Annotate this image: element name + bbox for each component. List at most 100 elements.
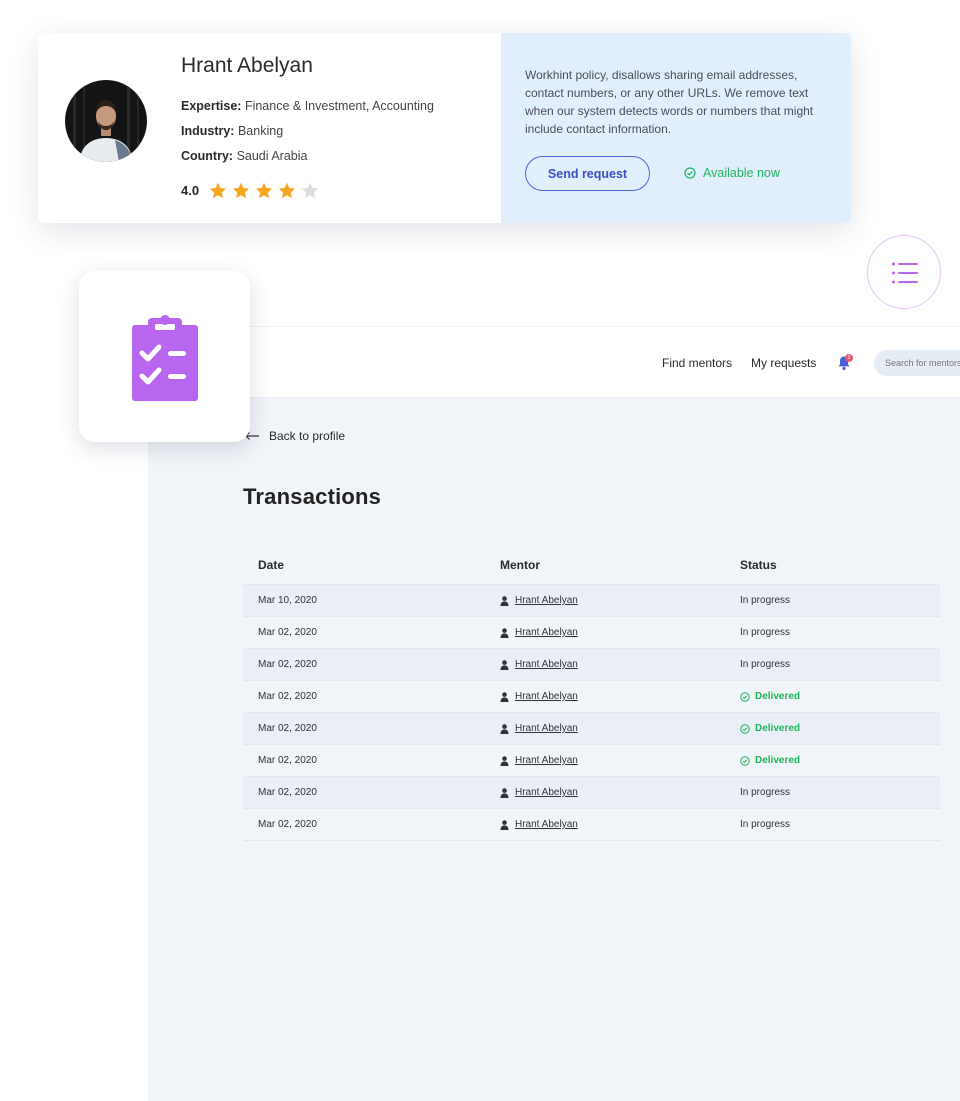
check-circle-icon bbox=[740, 691, 750, 702]
mentor-profile-card: Hrant Abelyan Expertise: Finance & Inves… bbox=[38, 33, 851, 223]
row-status: Delivered bbox=[725, 755, 940, 766]
policy-panel: Workhint policy, disallows sharing email… bbox=[501, 33, 851, 223]
expertise-value: Finance & Investment, Accounting bbox=[244, 99, 434, 113]
back-to-profile-link[interactable]: Back to profile bbox=[244, 429, 345, 443]
row-mentor: Hrant Abelyan bbox=[484, 787, 725, 798]
person-icon bbox=[500, 627, 509, 638]
row-date: Mar 02, 2020 bbox=[258, 691, 317, 702]
status-label: In progress bbox=[740, 787, 791, 798]
star-icon bbox=[302, 182, 319, 199]
mentor-link[interactable]: Hrant Abelyan bbox=[515, 659, 578, 670]
row-status: In progress bbox=[725, 627, 940, 638]
rating-stars bbox=[209, 182, 324, 199]
table-row: Mar 10, 2020 Hrant Abelyan In progress bbox=[243, 585, 940, 617]
person-icon bbox=[500, 787, 509, 798]
transactions-table: Date Mentor Status Mar 10, 2020 Hrant Abe… bbox=[243, 546, 940, 841]
check-circle-icon bbox=[684, 167, 696, 179]
status-label: In progress bbox=[740, 595, 791, 606]
transactions-app: Find mentors My requests 2 Back to profi… bbox=[148, 326, 960, 1101]
row-status: In progress bbox=[725, 659, 940, 670]
table-row: Mar 02, 2020 Hrant Abelyan In progress bbox=[243, 777, 940, 809]
person-icon bbox=[500, 595, 509, 606]
back-label: Back to profile bbox=[269, 429, 346, 443]
page-title: Transactions bbox=[243, 484, 382, 509]
industry-line: Industry: Banking bbox=[181, 124, 283, 138]
table-body: Mar 10, 2020 Hrant Abelyan In progress Mar … bbox=[243, 585, 940, 841]
star-icon bbox=[256, 182, 273, 199]
policy-text: Workhint policy, disallows sharing email… bbox=[525, 68, 814, 136]
table-row: Mar 02, 2020 Hrant Abelyan In progress bbox=[243, 809, 940, 841]
rating: 4.0 bbox=[181, 182, 324, 199]
status-label: In progress bbox=[740, 819, 791, 830]
check-circle-icon bbox=[740, 755, 750, 766]
star-icon bbox=[233, 182, 250, 199]
clipboard-tile bbox=[79, 271, 250, 442]
notification-badge: 2 bbox=[845, 354, 853, 362]
nav-my-requests[interactable]: My requests bbox=[751, 356, 816, 370]
row-status: In progress bbox=[725, 819, 940, 830]
mentor-link[interactable]: Hrant Abelyan bbox=[515, 691, 578, 702]
table-row: Mar 02, 2020 Hrant Abelyan Delivered bbox=[243, 745, 940, 777]
status-label: In progress bbox=[740, 659, 791, 670]
star-icon bbox=[210, 182, 227, 199]
table-row: Mar 02, 2020 Hrant Abelyan In progress bbox=[243, 649, 940, 681]
country-value: Saudi Arabia bbox=[236, 149, 308, 163]
menu-button[interactable] bbox=[867, 235, 941, 309]
rating-value: 4.0 bbox=[181, 183, 200, 198]
expertise-label: Expertise: bbox=[181, 99, 242, 113]
row-date: Mar 02, 2020 bbox=[258, 627, 317, 638]
person-icon bbox=[500, 819, 509, 830]
industry-label: Industry: bbox=[181, 124, 235, 138]
mentor-link[interactable]: Hrant Abelyan bbox=[515, 595, 578, 606]
expertise-line: Expertise: Finance & Investment, Account… bbox=[181, 99, 434, 113]
status-label: Delivered bbox=[755, 723, 801, 734]
row-date: Mar 02, 2020 bbox=[258, 659, 317, 670]
status-label: In progress bbox=[740, 627, 791, 638]
table-row: Mar 02, 2020 Hrant Abelyan Delivered bbox=[243, 681, 940, 713]
row-date: Mar 10, 2020 bbox=[258, 595, 317, 606]
clipboard-check-icon bbox=[132, 315, 198, 401]
table-row: Mar 02, 2020 Hrant Abelyan In progress bbox=[243, 617, 940, 649]
row-date: Mar 02, 2020 bbox=[258, 819, 317, 830]
star-icon bbox=[279, 182, 296, 199]
app-header: Find mentors My requests 2 bbox=[148, 326, 960, 398]
row-mentor: Hrant Abelyan bbox=[484, 595, 725, 606]
search-input[interactable] bbox=[874, 350, 960, 376]
row-mentor: Hrant Abelyan bbox=[484, 755, 725, 766]
row-date: Mar 02, 2020 bbox=[258, 755, 317, 766]
status-label: Delivered bbox=[755, 755, 801, 766]
profile-info: Hrant Abelyan Expertise: Finance & Inves… bbox=[38, 33, 501, 223]
column-header-date: Date bbox=[258, 558, 285, 572]
mentor-link[interactable]: Hrant Abelyan bbox=[515, 723, 578, 734]
avatar bbox=[65, 80, 147, 162]
row-mentor: Hrant Abelyan bbox=[484, 723, 725, 734]
row-mentor: Hrant Abelyan bbox=[484, 627, 725, 638]
industry-value: Banking bbox=[237, 124, 284, 138]
mentor-name: Hrant Abelyan bbox=[181, 54, 313, 77]
send-request-button[interactable]: Send request bbox=[525, 156, 650, 191]
row-date: Mar 02, 2020 bbox=[258, 787, 317, 798]
row-status: In progress bbox=[725, 595, 940, 606]
table-row: Mar 02, 2020 Hrant Abelyan Delivered bbox=[243, 713, 940, 745]
person-icon bbox=[500, 723, 509, 734]
country-label: Country: bbox=[181, 149, 234, 163]
column-header-status: Status bbox=[740, 558, 777, 572]
mentor-link[interactable]: Hrant Abelyan bbox=[515, 819, 578, 830]
mentor-link[interactable]: Hrant Abelyan bbox=[515, 627, 578, 638]
row-date: Mar 02, 2020 bbox=[258, 723, 317, 734]
row-mentor: Hrant Abelyan bbox=[484, 691, 725, 702]
list-menu-icon bbox=[892, 262, 918, 284]
country-line: Country: Saudi Arabia bbox=[181, 149, 307, 163]
table-header: Date Mentor Status bbox=[243, 546, 940, 585]
availability-status: Available now bbox=[684, 166, 780, 180]
person-icon bbox=[500, 691, 509, 702]
row-mentor: Hrant Abelyan bbox=[484, 659, 725, 670]
mentor-link[interactable]: Hrant Abelyan bbox=[515, 787, 578, 798]
mentor-link[interactable]: Hrant Abelyan bbox=[515, 755, 578, 766]
status-label: Delivered bbox=[755, 691, 801, 702]
nav-find-mentors[interactable]: Find mentors bbox=[662, 356, 732, 370]
person-icon bbox=[500, 755, 509, 766]
row-status: In progress bbox=[725, 787, 940, 798]
check-circle-icon bbox=[740, 723, 750, 734]
availability-label: Available now bbox=[703, 166, 780, 180]
